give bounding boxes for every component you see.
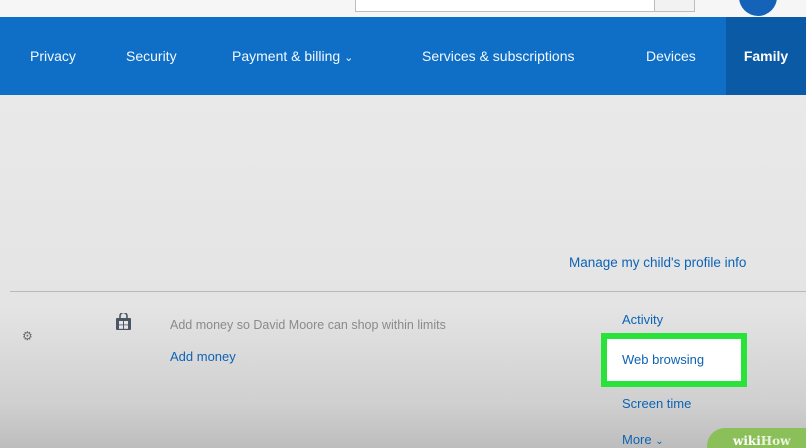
nav-item-label: Services & subscriptions xyxy=(422,48,575,64)
screen-time-link[interactable]: Screen time xyxy=(622,396,691,411)
search-input[interactable] xyxy=(355,0,655,12)
nav-item-label: Devices xyxy=(646,48,696,64)
nav-item-payment-billing[interactable]: Payment & billing ⌄ xyxy=(232,17,353,95)
nav-item-label: Security xyxy=(126,48,177,64)
nav-item-label: Family xyxy=(743,48,789,64)
web-browsing-link[interactable]: Web browsing xyxy=(622,352,704,367)
wikihow-watermark: wikiHow xyxy=(707,428,806,448)
windows-store-icon xyxy=(115,311,132,330)
settings-icon[interactable]: ⚙ xyxy=(22,330,34,342)
nav-item-label: Privacy xyxy=(30,48,76,64)
avatar[interactable] xyxy=(739,0,777,16)
nav-item-family[interactable]: Family xyxy=(726,17,806,95)
add-money-link[interactable]: Add money xyxy=(170,349,236,364)
chevron-down-icon: ⌄ xyxy=(344,52,354,64)
account-nav-bar: Privacy Security Payment & billing ⌄ Serv… xyxy=(0,17,806,95)
nav-item-label: Payment & billing xyxy=(232,48,341,64)
nav-item-services-subscriptions[interactable]: Services & subscriptions xyxy=(422,17,575,95)
nav-item-privacy[interactable]: Privacy xyxy=(30,17,76,95)
activity-link[interactable]: Activity xyxy=(622,312,663,327)
allowance-description: Add money so David Moore can shop within… xyxy=(170,318,446,332)
chevron-down-icon: ⌄ xyxy=(655,436,664,447)
nav-item-security[interactable]: Security xyxy=(126,17,177,95)
nav-item-devices[interactable]: Devices xyxy=(646,17,696,95)
top-bar xyxy=(0,0,806,17)
more-menu-link[interactable]: More ⌄ xyxy=(622,432,664,447)
section-divider xyxy=(10,291,806,292)
manage-child-profile-link[interactable]: Manage my child's profile info xyxy=(569,255,746,270)
search-button[interactable] xyxy=(655,0,695,12)
more-label: More xyxy=(622,432,652,447)
